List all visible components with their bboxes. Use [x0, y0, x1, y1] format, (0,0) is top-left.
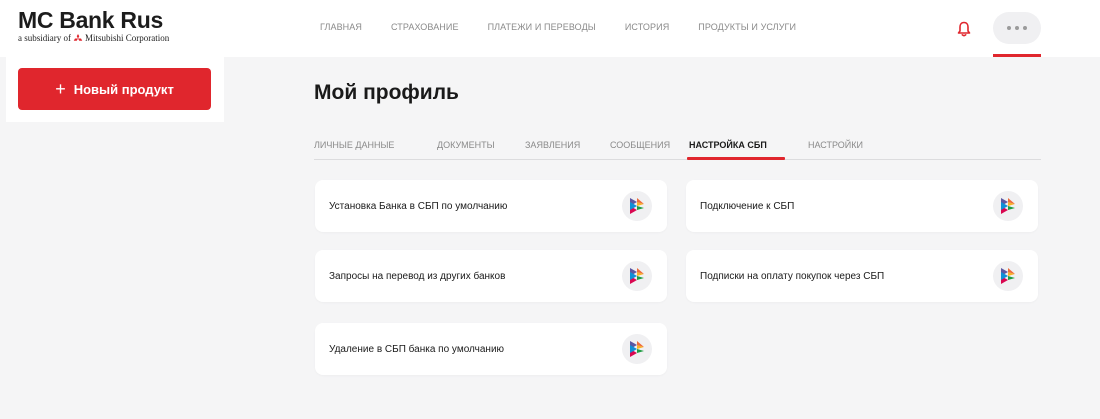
logo-subtitle-company: Mitsubishi Corporation	[85, 33, 170, 43]
tab-sbp-settings[interactable]: НАСТРОЙКА СБП	[689, 140, 767, 150]
nav-item-history[interactable]: ИСТОРИЯ	[625, 22, 669, 32]
tab-documents[interactable]: ДОКУМЕНТЫ	[437, 140, 495, 150]
card-label: Установка Банка в СБП по умолчанию	[329, 200, 508, 212]
top-header: MC Bank Rus a subsidiary of Mitsubishi C…	[0, 0, 1100, 57]
more-menu-button[interactable]	[993, 12, 1041, 44]
nav-item-products[interactable]: ПРОДУКТЫ И УСЛУГИ	[698, 22, 796, 32]
tab-personal-data[interactable]: ЛИЧНЫЕ ДАННЫЕ	[314, 140, 394, 150]
more-dots-icon	[1023, 26, 1027, 30]
card-connect-sbp[interactable]: Подключение к СБП	[686, 180, 1038, 232]
logo-title: MC Bank Rus	[18, 7, 163, 33]
nav-item-insurance[interactable]: СТРАХОВАНИЕ	[391, 22, 459, 32]
nav-item-payments[interactable]: ПЛАТЕЖИ И ПЕРЕВОДЫ	[488, 22, 596, 32]
card-label: Запросы на перевод из других банков	[329, 270, 506, 282]
sbp-icon	[993, 191, 1023, 221]
sidebar: + Новый продукт	[6, 57, 224, 122]
page-title: Мой профиль	[314, 81, 459, 104]
logo-subtitle-prefix: a subsidiary of	[18, 33, 71, 43]
card-transfer-requests[interactable]: Запросы на перевод из других банков	[315, 250, 667, 302]
plus-icon: +	[55, 79, 66, 99]
tab-messages[interactable]: СООБЩЕНИЯ	[610, 140, 670, 150]
main-nav: ГЛАВНАЯ СТРАХОВАНИЕ ПЛАТЕЖИ И ПЕРЕВОДЫ И…	[320, 22, 825, 32]
card-set-default-bank[interactable]: Установка Банка в СБП по умолчанию	[315, 180, 667, 232]
more-active-indicator	[993, 54, 1041, 57]
new-product-button[interactable]: + Новый продукт	[18, 68, 211, 110]
sbp-icon	[622, 191, 652, 221]
card-remove-default-bank[interactable]: Удаление в СБП банка по умолчанию	[315, 323, 667, 375]
active-tab-indicator	[687, 157, 785, 160]
card-subscriptions[interactable]: Подписки на оплату покупок через СБП	[686, 250, 1038, 302]
card-label: Удаление в СБП банка по умолчанию	[329, 343, 505, 355]
card-label: Подключение к СБП	[700, 200, 795, 212]
tab-settings[interactable]: НАСТРОЙКИ	[808, 140, 863, 150]
sbp-icon	[622, 261, 652, 291]
bell-icon[interactable]	[957, 21, 971, 37]
sbp-icon	[993, 261, 1023, 291]
tab-applications[interactable]: ЗАЯВЛЕНИЯ	[525, 140, 580, 150]
more-dots-icon	[1015, 26, 1019, 30]
profile-tabs: ЛИЧНЫЕ ДАННЫЕ ДОКУМЕНТЫ ЗАЯВЛЕНИЯ СООБЩЕ…	[314, 130, 1041, 160]
more-dots-icon	[1007, 26, 1011, 30]
new-product-label: Новый продукт	[73, 81, 174, 97]
card-label: Подписки на оплату покупок через СБП	[700, 270, 885, 282]
sbp-icon	[622, 334, 652, 364]
logo-subtitle: a subsidiary of Mitsubishi Corporation	[18, 33, 169, 43]
mitsubishi-diamonds-icon	[73, 33, 83, 41]
nav-item-main[interactable]: ГЛАВНАЯ	[320, 22, 362, 32]
bank-logo[interactable]: MC Bank Rus a subsidiary of Mitsubishi C…	[18, 8, 169, 43]
